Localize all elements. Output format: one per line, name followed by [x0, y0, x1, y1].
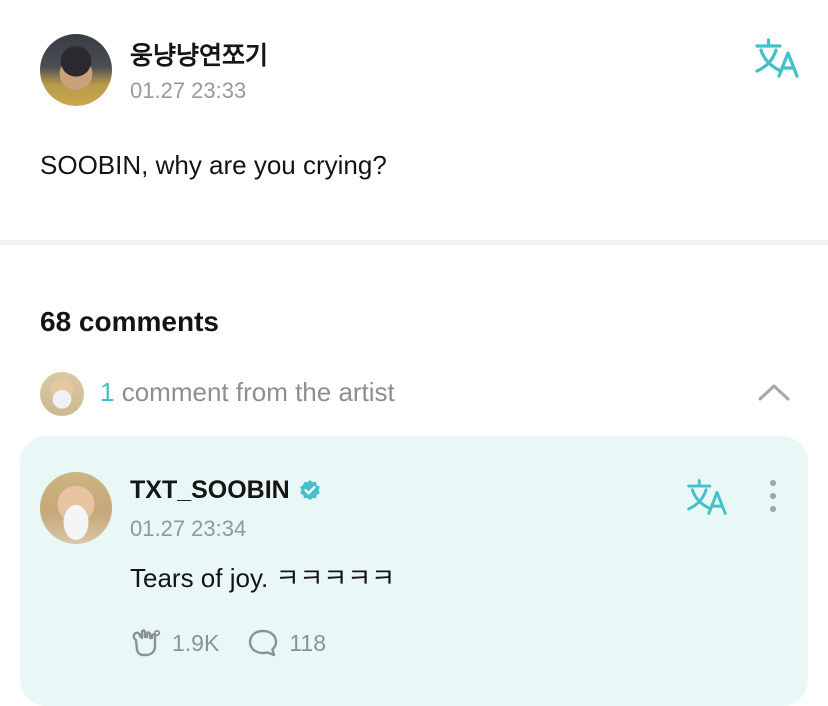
- reply-count: 118: [289, 629, 326, 656]
- artist-avatar[interactable]: [40, 472, 112, 544]
- post-body: SOOBIN, why are you crying?: [40, 150, 387, 180]
- reply-icon: [249, 629, 278, 657]
- comments-count: 68 comments: [40, 306, 219, 337]
- post-header: 웅냥냥연쪼기 01.27 23:33: [40, 34, 800, 108]
- artist-comment-card: TXT_SOOBIN 01.27 23:34 Tears of joy. ㅋㅋㅋ…: [20, 436, 808, 706]
- artist-comment-timestamp: 01.27 23:34: [130, 516, 247, 541]
- translate-icon[interactable]: [754, 38, 800, 78]
- artist-comments-toggle[interactable]: 1 comment from the artist: [40, 370, 792, 416]
- like-icon: [132, 629, 161, 657]
- artist-comment-text: Tears of joy. ㅋㅋㅋㅋㅋ: [130, 563, 396, 593]
- author-avatar[interactable]: [40, 34, 112, 106]
- post-timestamp: 01.27 23:33: [130, 78, 247, 103]
- artist-avatar-small: [40, 372, 84, 416]
- artist-name[interactable]: TXT_SOOBIN: [130, 476, 290, 505]
- artist-comment-text: comment from the artist: [121, 377, 395, 407]
- comment-actions: 1.9K 118: [130, 626, 354, 660]
- translate-icon[interactable]: [686, 478, 728, 516]
- chevron-up-icon[interactable]: [756, 374, 792, 410]
- divider: [0, 240, 828, 245]
- reply-button[interactable]: 118: [247, 628, 326, 658]
- artist-name-row: TXT_SOOBIN: [130, 476, 322, 505]
- artist-comment-count: 1: [100, 377, 115, 407]
- more-options-icon[interactable]: [768, 480, 778, 514]
- artist-comment-label: 1 comment from the artist: [100, 377, 395, 408]
- like-count: 1.9K: [172, 629, 220, 656]
- verified-badge-icon: [298, 479, 322, 503]
- author-name[interactable]: 웅냥냥연쪼기: [130, 36, 268, 72]
- like-button[interactable]: 1.9K: [130, 628, 219, 658]
